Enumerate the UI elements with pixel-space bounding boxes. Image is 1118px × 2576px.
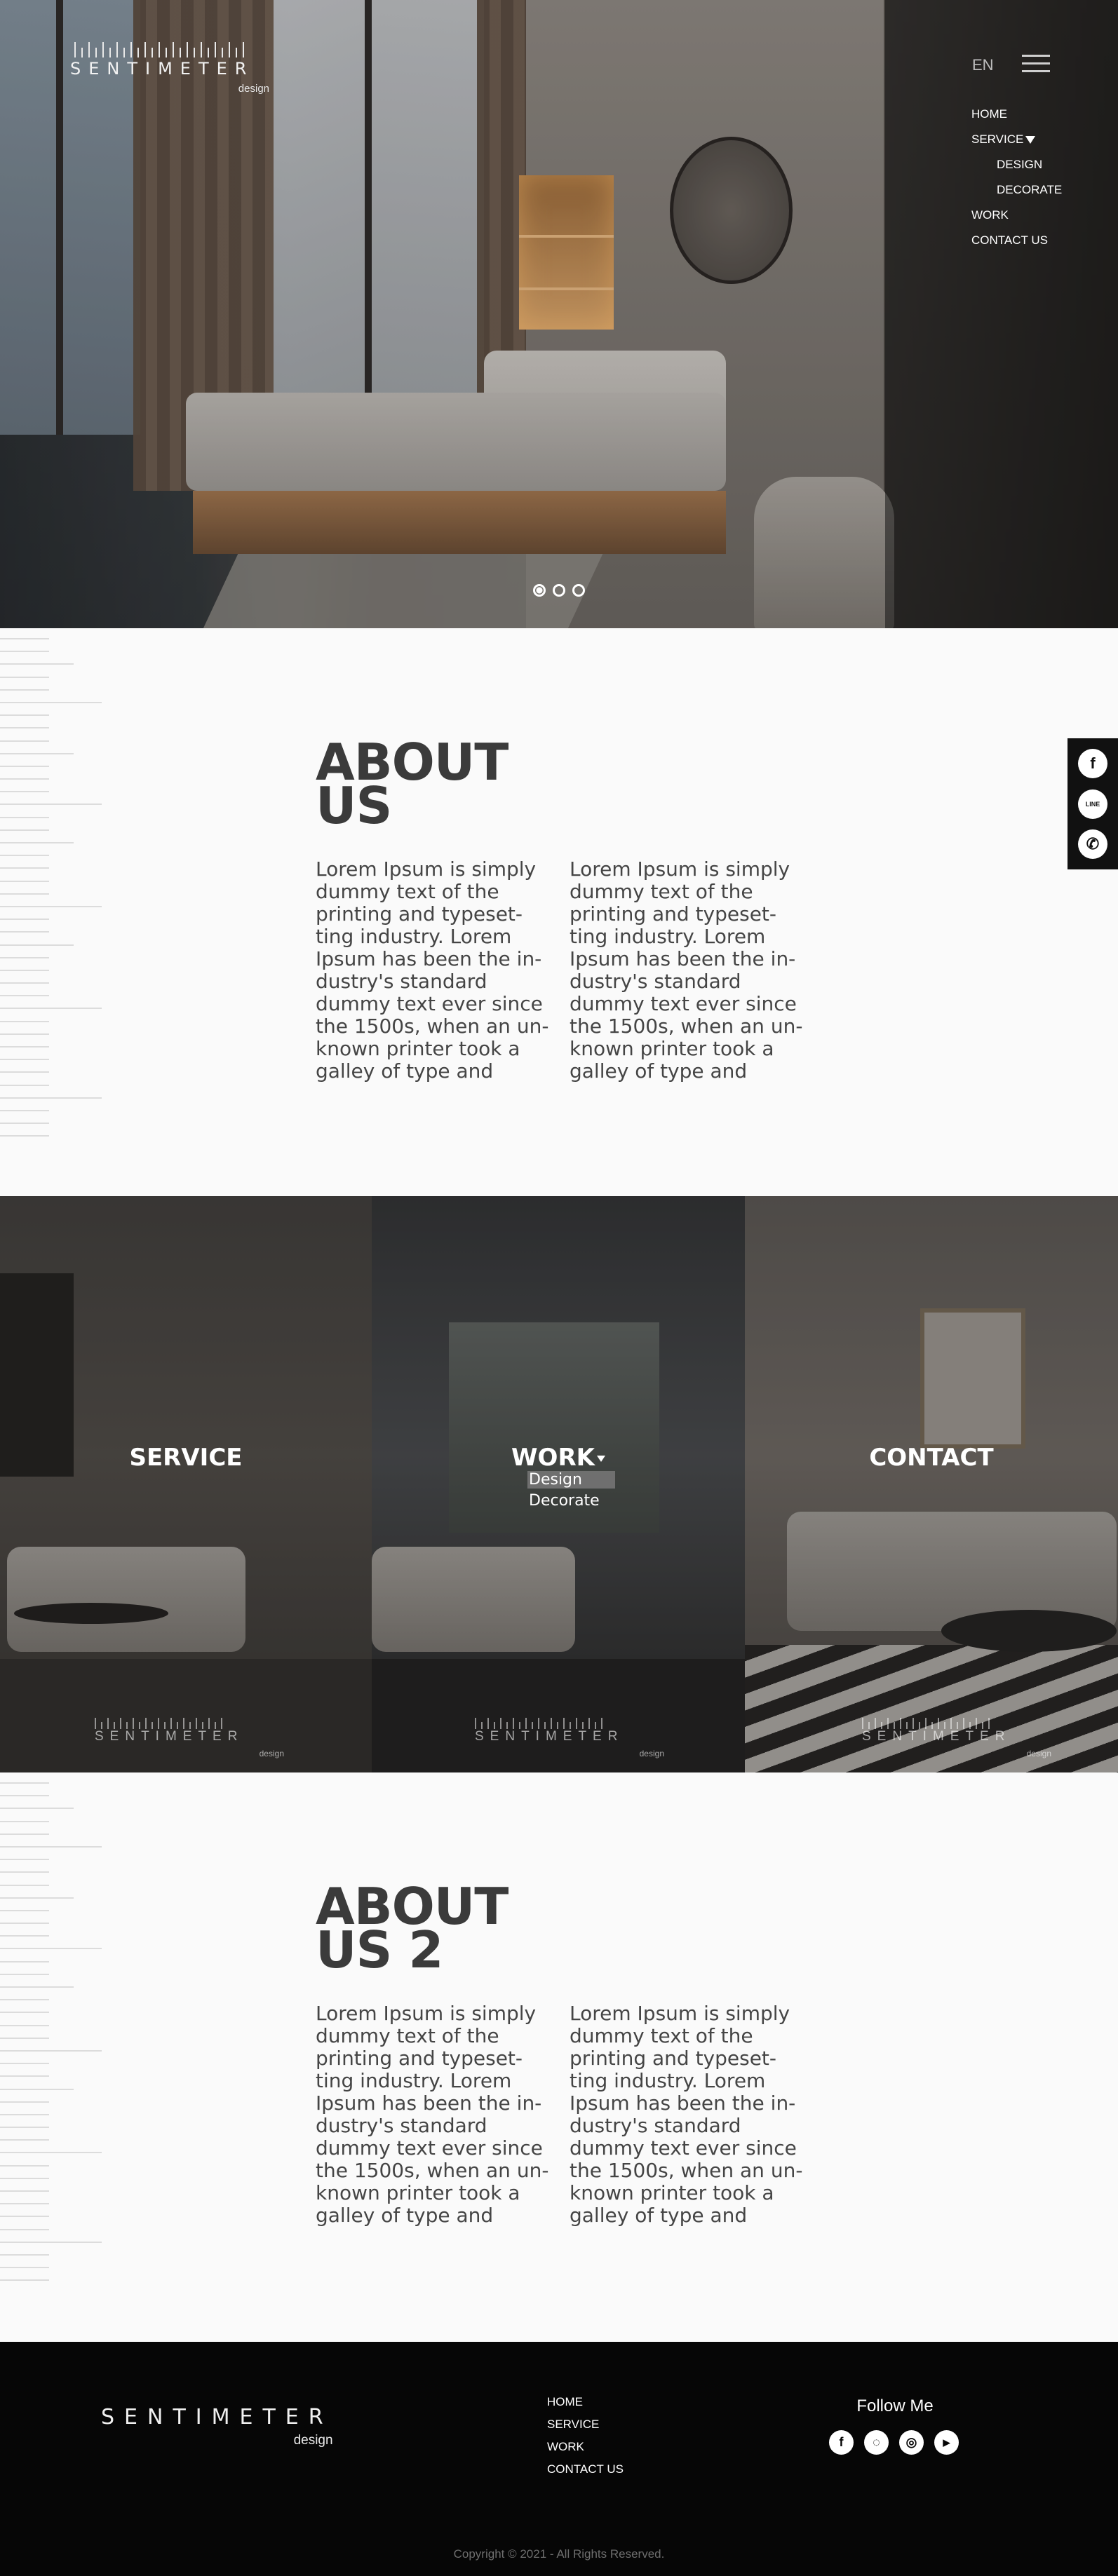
panel-logo: SENTIMETER design [862, 1716, 1072, 1765]
brand-sub: design [238, 83, 269, 95]
panel-logo: SENTIMETER design [475, 1716, 685, 1765]
menu-label: SERVICE [971, 133, 1024, 146]
icon-glyph: f [1090, 754, 1096, 773]
footer-link-contact[interactable]: CONTACT US [547, 2458, 624, 2481]
section-title: ABOUT US [316, 737, 509, 831]
main-menu: HOME SERVICE DESIGN DECORATE WORK CONTAC… [971, 102, 1062, 253]
facebook-icon[interactable]: f [829, 2430, 854, 2455]
icon-glyph: f [839, 2435, 844, 2449]
logo-ticks [74, 41, 281, 57]
work-submenu-decorate[interactable]: Decorate [529, 1492, 600, 1510]
youtube-icon[interactable]: ▶ [934, 2430, 959, 2455]
copyright-text: Copyright © 2021 - All Rights Reserved. [453, 2547, 665, 2561]
panel-title-service: SERVICE [129, 1444, 243, 1472]
logo-ticks [95, 1716, 305, 1729]
service-panel[interactable]: SERVICE SENTIMETER design [0, 1196, 372, 1772]
social-sidebar: f LINE ✆ [1068, 738, 1118, 869]
menu-item-contact[interactable]: CONTACT US [971, 228, 1062, 253]
brand-name: SENTIMETER [101, 2405, 333, 2429]
menu-label: CONTACT US [971, 233, 1048, 247]
footer-menu: HOME SERVICE WORK CONTACT US [547, 2391, 624, 2481]
menu-item-home[interactable]: HOME [971, 102, 1062, 127]
brand-sub: design [639, 1749, 664, 1758]
decorative-lines [0, 1782, 105, 2293]
title-line: US 2 [316, 1920, 443, 1979]
icon-glyph: ✆ [1086, 834, 1100, 853]
panel-title-text: WORK [511, 1444, 595, 1472]
language-switch[interactable]: EN [972, 56, 994, 74]
logo-ticks [475, 1716, 685, 1729]
work-submenu-design[interactable]: Design [527, 1471, 615, 1489]
footer: SENTIMETER design HOME SERVICE WORK CONT… [0, 2342, 1118, 2576]
panel-title-work: WORK [372, 1444, 745, 1472]
caret-down-icon [1025, 136, 1036, 144]
panel-overlay [0, 1196, 372, 1772]
menu-label: HOME [971, 107, 1007, 121]
brand-name: SENTIMETER [475, 1729, 624, 1744]
about-text-right: Lorem Ipsum is simply dummy text of the … [570, 857, 803, 1083]
brand-name: SENTIMETER [862, 1729, 1011, 1744]
brand-logo[interactable]: SENTIMETER design [70, 41, 281, 97]
brand-sub: design [293, 2433, 333, 2448]
nav-panel [885, 0, 1118, 628]
line-icon[interactable]: ◌ [864, 2430, 889, 2455]
brand-name: SENTIMETER [70, 59, 255, 79]
slider-dot[interactable] [553, 584, 565, 597]
about-text-left: Lorem Ipsum is simply dummy text of the … [316, 857, 549, 1083]
about-text-left: Lorem Ipsum is simply dummy text of the … [316, 2002, 549, 2227]
caret-down-icon [596, 1456, 605, 1462]
hero-slider: SENTIMETER design EN HOME SERVICE DESIGN… [0, 0, 1118, 628]
slider-dot[interactable] [572, 584, 585, 597]
facebook-icon[interactable]: f [1078, 749, 1107, 779]
phone-icon[interactable]: ✆ [1078, 829, 1107, 859]
line-icon[interactable]: LINE [1078, 789, 1107, 819]
footer-link-home[interactable]: HOME [547, 2391, 624, 2413]
menu-item-service[interactable]: SERVICE [971, 127, 1062, 152]
about-section: ABOUT US Lorem Ipsum is simply dummy tex… [0, 628, 1118, 1196]
slider-dot[interactable] [533, 584, 546, 597]
panel-logo: SENTIMETER design [95, 1716, 305, 1765]
logo-ticks [862, 1716, 1072, 1729]
contact-panel[interactable]: CONTACT SENTIMETER design [745, 1196, 1118, 1772]
brand-sub: design [259, 1749, 284, 1758]
instagram-icon[interactable]: ◎ [899, 2430, 924, 2455]
icon-glyph: ◎ [905, 2435, 917, 2449]
menu-item-work[interactable]: WORK [971, 203, 1062, 228]
title-line: US [316, 776, 392, 835]
work-panel[interactable]: WORK Design Decorate SENTIMETER design [372, 1196, 745, 1772]
icon-glyph: ▶ [943, 2436, 950, 2448]
decorative-lines [0, 638, 105, 1148]
follow-heading: Follow Me [856, 2397, 934, 2415]
footer-link-service[interactable]: SERVICE [547, 2413, 624, 2436]
footer-social-icons: f ◌ ◎ ▶ [829, 2430, 959, 2455]
about-text-right: Lorem Ipsum is simply dummy text of the … [570, 2002, 803, 2227]
menu-item-decorate[interactable]: DECORATE [971, 177, 1062, 203]
panel-title-contact: CONTACT [869, 1444, 994, 1472]
menu-label: DECORATE [997, 183, 1063, 196]
panel-overlay [745, 1196, 1118, 1772]
menu-item-design[interactable]: DESIGN [971, 152, 1062, 177]
menu-label: DESIGN [997, 158, 1043, 171]
category-panels: SERVICE SENTIMETER design WORK Design De… [0, 1196, 1118, 1772]
hamburger-menu-icon[interactable] [1022, 55, 1050, 74]
brand-sub: design [1026, 1749, 1051, 1758]
menu-label: WORK [971, 208, 1009, 222]
footer-logo[interactable]: SENTIMETER design [101, 2405, 333, 2448]
slider-dots [533, 584, 585, 597]
footer-link-work[interactable]: WORK [547, 2436, 624, 2458]
about-section-2: ABOUT US 2 Lorem Ipsum is simply dummy t… [0, 1772, 1118, 2342]
brand-name: SENTIMETER [95, 1729, 244, 1744]
icon-glyph: LINE [1085, 800, 1100, 808]
section-title: ABOUT US 2 [316, 1881, 509, 1975]
icon-glyph: ◌ [873, 2435, 880, 2449]
